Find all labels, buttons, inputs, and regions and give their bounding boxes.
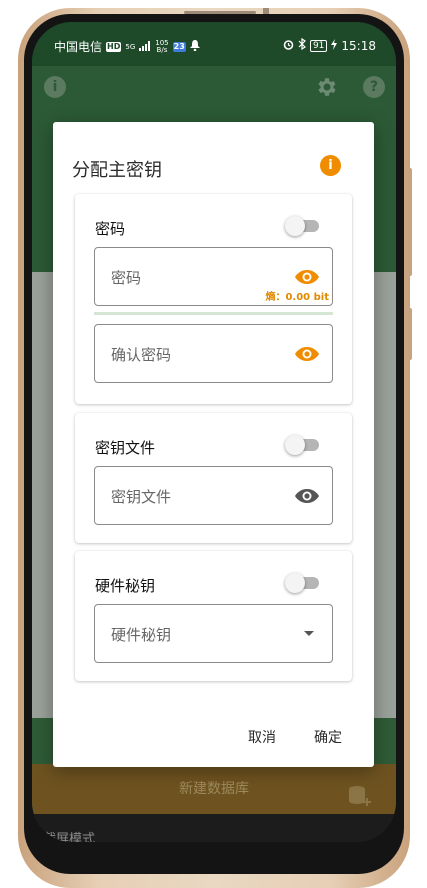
net-speed: 105 B/s bbox=[155, 39, 168, 54]
entropy-label: 熵：0.00 bit bbox=[265, 292, 329, 303]
password-field[interactable]: 密码 熵：0.00 bit bbox=[94, 247, 333, 306]
gear-icon[interactable] bbox=[314, 75, 338, 103]
hardware-key-card: 硬件秘钥 硬件秘钥 bbox=[75, 551, 352, 681]
carrier-label: 中国电信 bbox=[54, 40, 103, 54]
toggle-thumb bbox=[285, 216, 305, 236]
hardware-key-select[interactable]: 硬件秘钥 bbox=[94, 604, 333, 663]
keyfile-card: 密钥文件 密钥文件 bbox=[75, 413, 352, 543]
earpiece bbox=[184, 11, 256, 14]
bluetooth-icon bbox=[298, 37, 306, 53]
password-toggle[interactable] bbox=[285, 216, 319, 236]
hardware-key-toggle[interactable] bbox=[285, 573, 319, 593]
screen-mode-label: 截屏模式 bbox=[43, 832, 96, 842]
assign-master-key-dialog: 分配主密钥 i 密码 密码 熵：0.00 bit 确认密码 密钥文件 密钥文件 … bbox=[53, 122, 374, 767]
notification-badge: 23 bbox=[172, 41, 186, 52]
dropdown-arrow-icon bbox=[304, 631, 314, 636]
toggle-thumb bbox=[285, 435, 305, 455]
clock: 15:18 bbox=[341, 38, 376, 53]
eye-icon[interactable] bbox=[294, 486, 320, 506]
bottom-area: 截屏模式 bbox=[32, 814, 396, 842]
volume-button bbox=[408, 168, 412, 276]
signal-icon bbox=[139, 40, 151, 54]
hd-badge: HD bbox=[106, 41, 122, 52]
password-strength-bar bbox=[94, 312, 333, 315]
confirm-password-placeholder: 确认密码 bbox=[111, 346, 172, 364]
hardware-key-card-label: 硬件秘钥 bbox=[95, 577, 156, 595]
password-card-label: 密码 bbox=[95, 220, 126, 238]
password-card: 密码 密码 熵：0.00 bit 确认密码 bbox=[75, 194, 352, 404]
cancel-button[interactable]: 取消 bbox=[248, 727, 276, 747]
power-button bbox=[408, 308, 412, 360]
eye-icon[interactable] bbox=[294, 267, 320, 287]
confirm-password-field[interactable]: 确认密码 bbox=[94, 324, 333, 383]
eye-icon[interactable] bbox=[294, 344, 320, 364]
keyfile-placeholder: 密钥文件 bbox=[111, 488, 172, 506]
toggle-thumb bbox=[285, 573, 305, 593]
info-icon[interactable]: i bbox=[320, 155, 341, 176]
net-speed-unit: B/s bbox=[156, 45, 168, 54]
keyfile-card-label: 密钥文件 bbox=[95, 439, 156, 457]
keyfile-field[interactable]: 密钥文件 bbox=[94, 466, 333, 525]
charging-icon bbox=[331, 38, 338, 53]
confirm-button[interactable]: 确定 bbox=[314, 727, 342, 747]
info-icon[interactable]: i bbox=[44, 76, 66, 98]
new-database-label: 新建数据库 bbox=[179, 781, 249, 797]
new-database-bar[interactable]: 新建数据库 bbox=[32, 764, 396, 814]
keyfile-toggle[interactable] bbox=[285, 435, 319, 455]
help-icon[interactable]: ? bbox=[363, 76, 385, 98]
sensor bbox=[263, 8, 269, 14]
password-placeholder: 密码 bbox=[111, 269, 142, 287]
status-bar: 中国电信 HD 5G 105 B/s 23 91 15:18 bbox=[32, 22, 396, 66]
bell-icon bbox=[189, 39, 200, 54]
alarm-icon bbox=[283, 39, 294, 53]
hardware-key-placeholder: 硬件秘钥 bbox=[111, 626, 172, 644]
network-type: 5G bbox=[125, 42, 136, 51]
battery-indicator: 91 bbox=[309, 39, 328, 52]
dialog-title: 分配主密钥 bbox=[72, 160, 162, 181]
